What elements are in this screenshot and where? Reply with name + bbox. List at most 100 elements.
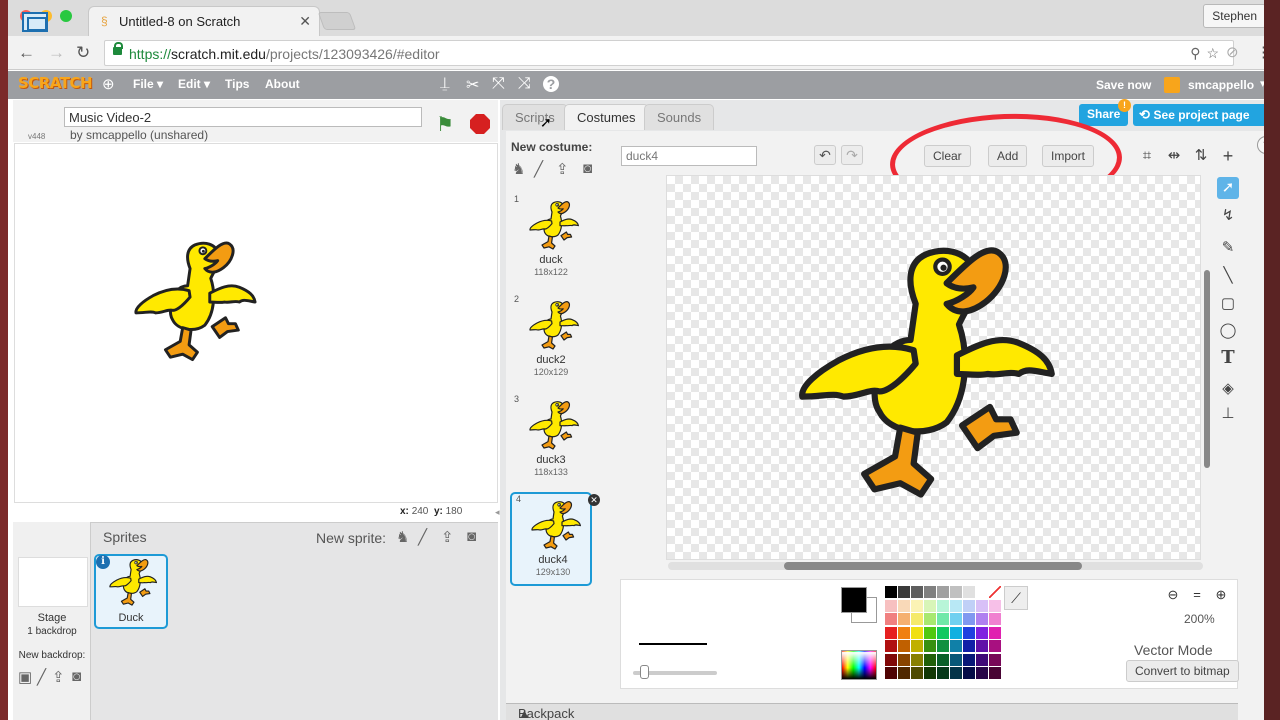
eyedropper-icon[interactable]: ⟋ [1004,586,1028,610]
palette-swatch[interactable] [963,626,975,639]
palette-swatch[interactable] [924,667,936,679]
palette-swatch[interactable] [950,613,962,625]
palette-swatch[interactable] [963,613,975,625]
palette-swatch[interactable] [911,626,923,639]
zoom-reset-icon[interactable]: = [1188,586,1206,604]
palette-swatch[interactable] [950,653,962,666]
costume-paint-icon[interactable]: ╱ [534,160,543,178]
grow-icon[interactable]: ⤧ [492,75,505,93]
browser-tab[interactable]: § Untitled-8 on Scratch ✕ [88,6,320,36]
undo-icon[interactable]: ↶ [814,145,836,165]
extension-icon[interactable]: ⊘ [1226,43,1239,61]
tab-costumes[interactable]: Costumes [564,104,649,130]
palette-swatch[interactable] [937,599,949,612]
costume-item-selected[interactable]: 4 duck4 129x130 [510,492,592,586]
sprite-upload-icon[interactable]: ⇪ [441,528,454,546]
palette-swatch[interactable] [911,586,923,598]
canvas-vertical-scrollbar[interactable] [1204,270,1210,468]
tab-scripts[interactable]: Scripts [502,104,568,130]
palette-swatch[interactable] [937,653,949,666]
palette-swatch[interactable] [924,653,936,666]
menu-about[interactable]: About [265,77,300,91]
palette-swatch[interactable] [989,613,1001,625]
close-tab-icon[interactable]: ✕ [299,13,311,30]
set-costume-center-icon[interactable]: + [1217,145,1239,167]
user-folder-icon[interactable] [1164,77,1180,93]
palette-swatch[interactable] [898,613,910,625]
palette-swatch[interactable] [989,586,1001,598]
fill-tool-icon[interactable]: ◈ [1217,378,1239,400]
stage-canvas[interactable] [14,143,498,503]
canvas-horizontal-scrollbar[interactable] [784,562,1082,570]
costume-camera-icon[interactable]: ◙ [583,160,592,177]
backdrop-camera-icon[interactable]: ◙ [72,668,81,685]
palette-swatch[interactable] [924,626,936,639]
address-bar[interactable]: https://scratch.mit.edu/projects/1230934… [104,40,1234,66]
palette-swatch[interactable] [911,640,923,652]
palette-swatch[interactable] [976,667,988,679]
palette-swatch[interactable] [937,667,949,679]
palette-swatch[interactable] [950,640,962,652]
palette-swatch[interactable] [937,640,949,652]
palette-swatch[interactable] [976,640,988,652]
palette-swatch[interactable] [950,599,962,612]
maximize-window-button[interactable] [60,10,72,22]
save-now-link[interactable]: Save now [1096,78,1151,92]
username-menu[interactable]: smcappello [1188,78,1254,92]
backdrop-upload-icon[interactable]: ⇪ [52,668,65,686]
delete-cut-icon[interactable]: ✂ [466,75,479,95]
palette-swatch[interactable] [898,586,910,598]
palette-swatch[interactable] [963,667,975,679]
palette-swatch[interactable] [976,613,988,625]
palette-swatch[interactable] [885,626,897,639]
costume-name-input[interactable]: duck4 [621,146,757,166]
palette-swatch[interactable] [937,586,949,598]
palette-swatch[interactable] [885,613,897,625]
flip-vertical-icon[interactable]: ⇅ [1190,145,1212,167]
project-title-input[interactable]: Music Video-2 [64,107,422,127]
palette-swatch[interactable] [885,667,897,679]
palette-swatch[interactable] [911,599,923,612]
costume-item[interactable]: 3 duck3 118x133 [510,394,592,486]
reshape-tool-icon[interactable]: ↯ [1217,205,1239,227]
rectangle-tool-icon[interactable]: ▢ [1217,293,1239,315]
palette-swatch[interactable] [963,599,975,612]
see-project-page-button[interactable]: ⟲ See project page [1133,104,1272,126]
select-tool-icon[interactable]: ➚ [1217,177,1239,199]
duck-costume-drawing[interactable] [791,242,1061,510]
line-width-slider-handle[interactable] [640,665,649,679]
bookmark-star-icon[interactable]: ⚲☆ [1190,45,1225,62]
stamp-tool-icon[interactable]: ⊥ [1217,403,1239,425]
palette-swatch[interactable] [963,640,975,652]
duck-sprite-on-stage[interactable] [131,238,259,368]
palette-swatch[interactable] [976,599,988,612]
backpack-bar[interactable]: Backpack ▲ [506,703,1238,720]
palette-swatch[interactable] [989,667,1001,679]
tab-sounds[interactable]: Sounds [644,104,715,130]
palette-swatch[interactable] [976,626,988,639]
palette-swatch[interactable] [898,626,910,639]
shrink-icon[interactable]: ⤨ [518,75,531,93]
menu-edit[interactable]: Edit ▾ [178,77,210,91]
delete-costume-icon[interactable]: ✕ [588,494,600,506]
sprite-info-icon[interactable]: i [96,555,110,569]
menu-tips[interactable]: Tips [225,77,249,91]
stage-thumbnail[interactable] [18,557,88,607]
convert-to-bitmap-button[interactable]: Convert to bitmap [1126,660,1239,682]
duplicate-stamp-icon[interactable]: ⍊ [440,75,450,93]
redo-icon[interactable]: ↷ [841,145,863,165]
flip-horizontal-icon[interactable]: ⇹ [1163,145,1185,167]
palette-swatch[interactable] [989,653,1001,666]
palette-swatch[interactable] [898,653,910,666]
palette-swatch[interactable] [911,667,923,679]
palette-swatch[interactable] [976,586,988,598]
forward-icon[interactable]: → [48,43,65,63]
help-icon[interactable]: ? [543,76,559,92]
palette-swatch[interactable] [937,613,949,625]
costume-item[interactable]: 1 duck 118x122 [510,194,592,286]
palette-swatch[interactable] [976,653,988,666]
scratch-logo[interactable]: SCRATCH [18,74,93,92]
globe-icon[interactable]: ⊕ [102,75,115,93]
backdrop-library-icon[interactable]: ▣ [18,668,32,686]
stop-sign-icon[interactable] [470,114,490,134]
